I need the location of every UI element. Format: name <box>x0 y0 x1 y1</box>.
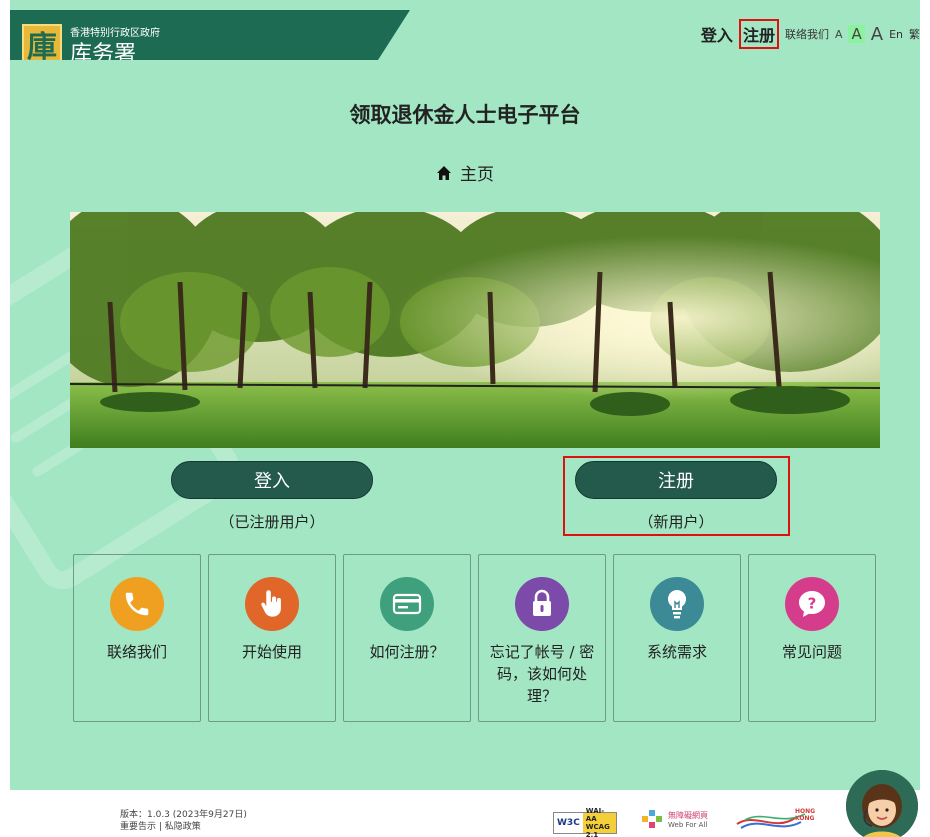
font-size-small-button[interactable]: A <box>835 28 843 41</box>
hong-kong-text: HONG KONG <box>795 808 816 822</box>
top-navigation: 登入 注册 联络我们 A A A En 繁 <box>701 18 920 50</box>
brand-hong-kong-logo[interactable]: HONG KONG <box>735 806 825 834</box>
language-english-link[interactable]: En <box>889 28 903 41</box>
web-for-all-en: Web For All <box>668 821 708 829</box>
tile-label: 系统需求 <box>646 643 707 661</box>
language-traditional-link[interactable]: 繁 <box>909 26 920 42</box>
register-subtitle: （新用户） <box>638 513 714 531</box>
tile-label: 如何注册？ <box>369 643 445 661</box>
tile-contact-us[interactable]: 联络我们 <box>73 554 201 722</box>
park-banner-image <box>70 212 880 448</box>
tile-label: 联络我们 <box>106 643 167 661</box>
nav-contact-link[interactable]: 联络我们 <box>785 26 829 42</box>
web-for-all-badge[interactable]: 無障礙網頁 Web For All <box>640 806 718 834</box>
page-title: 领取退休金人士电子平台 <box>349 103 581 127</box>
wcag-label: WCAG 2.1 <box>585 823 610 837</box>
home-icon[interactable] <box>436 165 452 181</box>
font-size-large-button[interactable]: A <box>871 24 883 45</box>
phone-icon <box>110 577 164 631</box>
hand-pointer-icon <box>245 577 299 631</box>
tile-label: 开始使用 <box>241 643 302 661</box>
tile-faq[interactable]: ? 常见问题 <box>748 554 876 722</box>
lightbulb-icon <box>650 577 704 631</box>
department-name: 库务署 <box>70 42 137 67</box>
svg-text:?: ? <box>808 595 817 613</box>
wai-label: WAI-AA <box>585 807 605 823</box>
nav-register-link[interactable]: 注册 <box>738 19 779 49</box>
important-notice-link[interactable]: 重要告示 <box>120 822 156 832</box>
w3c-label: W3C <box>554 818 583 828</box>
breadcrumb: 主页 <box>10 160 920 185</box>
footer-info: 版本：1.0.3 (2023年9月27日) 重要告示 | 私隐政策 <box>120 809 247 833</box>
question-icon: ? <box>785 577 839 631</box>
w3c-wai-aa-badge[interactable]: W3C WAI-AA WCAG 2.1 <box>553 807 617 837</box>
tile-system-requirements[interactable]: 系统需求 <box>613 554 741 722</box>
breadcrumb-home[interactable]: 主页 <box>460 160 494 185</box>
page-background: 庫 香港特别行政区政府 库务署 登入 注册 联络我们 A A A En 繁 领取… <box>10 0 920 790</box>
lock-icon <box>515 577 569 631</box>
chat-assistant-avatar[interactable] <box>846 770 918 837</box>
tile-how-to-register[interactable]: 如何注册？ <box>343 554 471 722</box>
brand-bar[interactable]: 庫 香港特别行政区政府 库务署 <box>10 10 410 60</box>
tile-label: 忘记了帐号 / 密码，该如何处理？ <box>489 643 595 705</box>
web-for-all-zh: 無障礙網頁 <box>668 811 708 820</box>
login-subtitle: （已注册用户） <box>219 513 325 531</box>
tile-forgot-password[interactable]: 忘记了帐号 / 密码，该如何处理？ <box>478 554 606 722</box>
treasury-logo: 庫 <box>22 24 62 60</box>
nav-login-link[interactable]: 登入 <box>701 22 733 46</box>
tile-label: 常见问题 <box>781 643 842 661</box>
assistant-avatar-icon <box>846 770 918 837</box>
version-text: 版本：1.0.3 (2023年9月27日) <box>120 810 247 820</box>
font-size-medium-button[interactable]: A <box>848 25 865 43</box>
register-button[interactable]: 注册 <box>575 461 777 499</box>
tile-getting-started[interactable]: 开始使用 <box>208 554 336 722</box>
login-button[interactable]: 登入 <box>171 461 373 499</box>
web-for-all-logo-icon <box>642 810 662 828</box>
site-header: 庫 香港特别行政区政府 库务署 登入 注册 联络我们 A A A En 繁 <box>10 0 920 60</box>
card-icon <box>380 577 434 631</box>
privacy-policy-link[interactable]: 私隐政策 <box>165 822 201 832</box>
